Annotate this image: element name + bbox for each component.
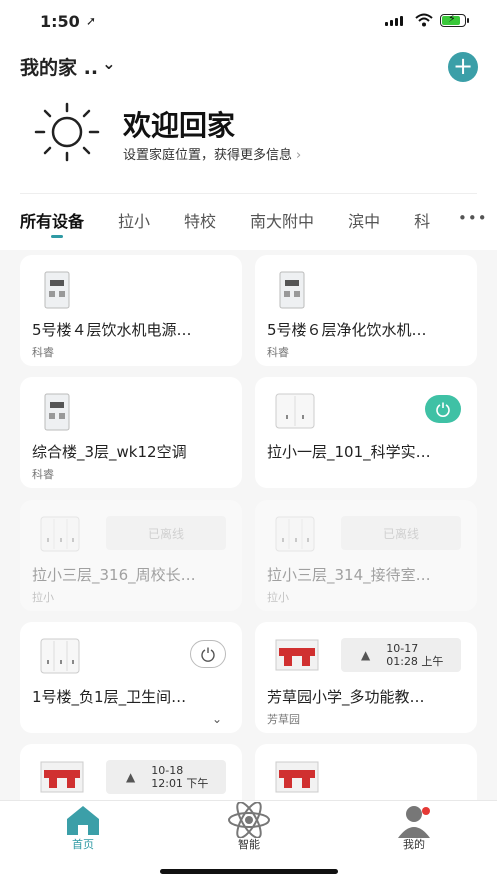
device-card[interactable]: 1号楼_负1层_卫生间… ⌄ xyxy=(20,622,242,733)
chevron-down-icon: ⌄ xyxy=(102,54,116,73)
timer-time: 01:28 上午 xyxy=(386,655,444,668)
device-name: 拉小一层_101_科学实… xyxy=(267,443,431,461)
device-room: 科睿 xyxy=(267,346,289,359)
tab-binzhong[interactable]: 滨中 xyxy=(348,208,380,232)
nav-home-label: 首页 xyxy=(72,838,94,851)
wifi-icon xyxy=(415,13,433,27)
meter-device-icon xyxy=(44,393,70,431)
home-indicator xyxy=(160,869,338,874)
device-name: 综合楼_3层_wk12空调 xyxy=(32,443,187,461)
circuit-breaker-icon xyxy=(275,639,319,671)
circuit-breaker-icon xyxy=(40,761,84,793)
triple-switch-icon xyxy=(40,638,80,674)
power-icon xyxy=(436,402,450,417)
device-card[interactable]: 综合楼_3层_wk12空调 科睿 xyxy=(20,377,242,488)
meter-device-icon xyxy=(44,271,70,309)
tab-laxiao[interactable]: 拉小 xyxy=(118,208,150,232)
nav-home[interactable]: 首页 xyxy=(33,801,133,851)
tab-nanda-fuzhong[interactable]: 南大附中 xyxy=(250,208,314,232)
app-screen: 1:50 ➚ ⚡ 我的家 .. ⌄ + 欢迎回家 设置家庭位置，获得更多信息 › … xyxy=(0,0,497,883)
nav-mine-label: 我的 xyxy=(403,838,425,851)
tab-texiao[interactable]: 特校 xyxy=(184,208,216,232)
timer-date: 10-17 xyxy=(386,642,419,655)
set-location-link[interactable]: 设置家庭位置，获得更多信息 › xyxy=(123,144,301,163)
home-selector[interactable]: 我的家 .. ⌄ xyxy=(20,53,115,80)
wall-switch-icon xyxy=(275,393,315,429)
atom-icon xyxy=(228,801,270,839)
device-name: 1号楼_负1层_卫生间… xyxy=(32,688,187,706)
device-card[interactable]: 5号楼６层净化饮水机… 科睿 xyxy=(255,255,477,366)
tab-all-devices[interactable]: 所有设备 xyxy=(20,208,84,232)
device-card[interactable]: 已离线 拉小三层_316_周校长… 拉小 xyxy=(20,500,242,611)
welcome-subtitle: 设置家庭位置，获得更多信息 xyxy=(123,148,293,163)
divider xyxy=(20,193,477,194)
welcome-title: 欢迎回家 xyxy=(123,109,236,142)
tab-ke[interactable]: 科 xyxy=(414,208,430,232)
circuit-breaker-icon xyxy=(275,761,319,793)
offline-badge: 已离线 xyxy=(341,516,461,550)
device-card[interactable]: 5号楼４层饮水机电源… 科睿 xyxy=(20,255,242,366)
battery-icon: ⚡ xyxy=(440,12,469,27)
bell-icon: ▲ xyxy=(126,770,136,784)
meter-device-icon xyxy=(279,271,305,309)
power-toggle-button[interactable] xyxy=(190,640,226,668)
nav-smart[interactable]: 智能 xyxy=(199,801,299,851)
status-time: 1:50 xyxy=(40,12,80,31)
device-room: 拉小 xyxy=(32,591,54,604)
home-name: 我的家 .. xyxy=(20,57,99,79)
more-tabs-button[interactable]: ••• xyxy=(452,209,488,227)
triple-switch-icon xyxy=(275,516,315,552)
tab-indicator xyxy=(51,235,63,238)
device-name: 5号楼４层饮水机电源… xyxy=(32,321,192,339)
user-avatar-icon xyxy=(398,806,430,838)
timer-time: 12:01 下午 xyxy=(151,777,209,790)
nav-mine[interactable]: 我的 xyxy=(364,801,464,851)
nav-smart-label: 智能 xyxy=(238,838,260,851)
device-name: 拉小三层_316_周校长… xyxy=(32,566,196,584)
device-room: 科睿 xyxy=(32,468,54,481)
bell-icon: ▲ xyxy=(361,648,371,662)
location-arrow-icon: ➚ xyxy=(86,14,97,28)
home-icon xyxy=(67,806,99,835)
device-name: 拉小三层_314_接待室… xyxy=(267,566,431,584)
device-name: 5号楼６层净化饮水机… xyxy=(267,321,427,339)
add-device-button[interactable]: + xyxy=(448,52,478,82)
cellular-signal-icon xyxy=(385,16,403,26)
device-name: 芳草园小学_多功能教… xyxy=(267,688,425,706)
offline-badge: 已离线 xyxy=(106,516,226,550)
expand-chevron-icon[interactable]: ⌄ xyxy=(212,712,222,726)
timer-badge: ▲ 10-17 01:28 上午 xyxy=(341,638,461,672)
room-tabs: 所有设备 拉小 特校 南大附中 滨中 科 xyxy=(20,208,464,232)
status-bar: 1:50 ➚ ⚡ xyxy=(0,10,497,38)
power-icon xyxy=(201,647,215,662)
power-toggle-button[interactable] xyxy=(425,395,461,423)
device-room: 科睿 xyxy=(32,346,54,359)
device-card[interactable]: 拉小一层_101_科学实… xyxy=(255,377,477,488)
device-card[interactable]: ▲ 10-17 01:28 上午 芳草园小学_多功能教… 芳草园 xyxy=(255,622,477,733)
device-room: 芳草园 xyxy=(267,713,300,726)
timer-date: 10-18 xyxy=(151,764,184,777)
sun-icon xyxy=(34,102,100,162)
device-room: 拉小 xyxy=(267,591,289,604)
device-card[interactable]: 已离线 拉小三层_314_接待室… 拉小 xyxy=(255,500,477,611)
triple-switch-icon xyxy=(40,516,80,552)
chevron-right-icon: › xyxy=(296,148,302,163)
timer-badge: ▲ 10-18 12:01 下午 xyxy=(106,760,226,794)
